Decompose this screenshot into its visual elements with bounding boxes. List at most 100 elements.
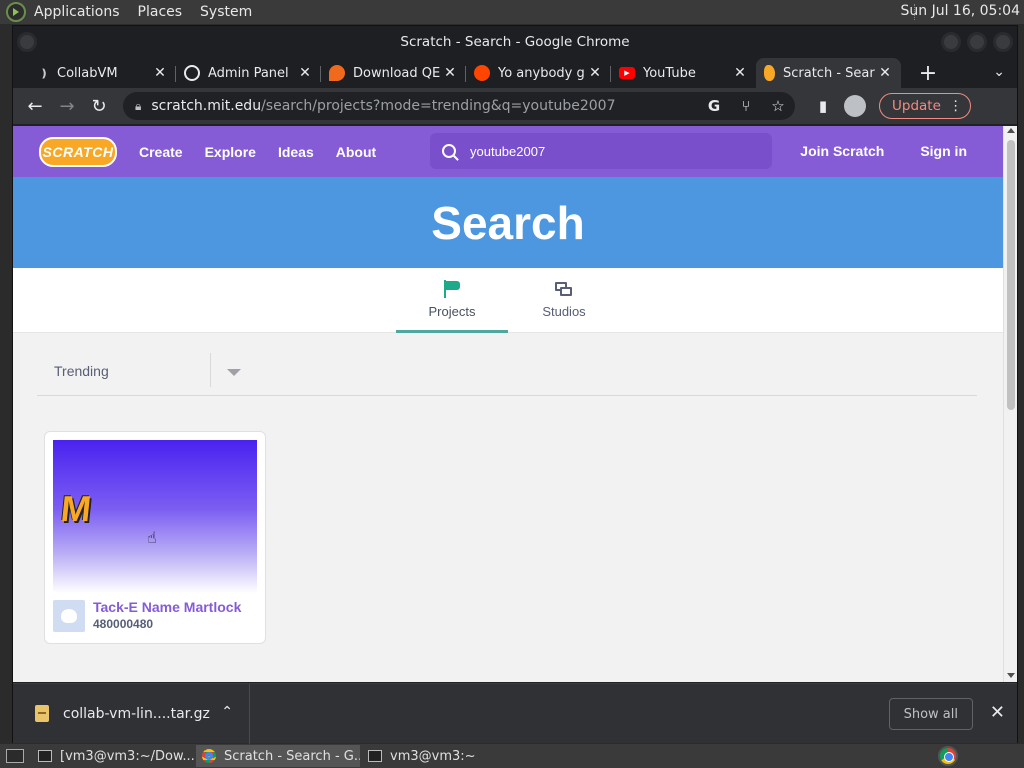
tab-scratch-search[interactable]: Scratch - Sear ✕ [756,58,901,88]
qemu-icon [329,65,345,81]
tab-youtube[interactable]: ▶ YouTube ✕ [611,58,756,88]
desktop-top-panel: Applications Places System Sun Jul 16, 0… [0,0,1024,24]
kebab-menu-icon[interactable]: ⋮ [949,98,963,114]
os-menu-icon[interactable] [6,2,26,22]
url-host: scratch.mit.edu [151,98,262,114]
tab-collabvm[interactable]: ❫ CollabVM ✕ [31,58,176,88]
close-window-button[interactable] [993,32,1013,52]
sort-value: Trending [54,363,109,379]
download-filename: collab-vm-lin....tar.gz [63,705,210,722]
search-input-value: youtube2007 [470,143,546,159]
project-owner[interactable]: 480000480 [93,617,153,631]
places-menu[interactable]: Places [138,4,183,20]
divider [210,353,211,387]
download-item[interactable]: collab-vm-lin....tar.gz ⌃ [13,683,250,744]
back-icon[interactable]: ← [19,90,51,122]
page-scrollbar[interactable] [1003,126,1017,682]
tab-admin-panel[interactable]: Admin Panel ✕ [176,58,321,88]
search-tabs: Projects Studios [13,268,1003,333]
close-icon[interactable]: ✕ [297,65,313,81]
browser-toolbar: ← → ↻ 🔒︎ scratch.mit.edu/search/projects… [13,88,1017,124]
results-area: Trending M ☝ Tack-E Name Martlock 480000… [13,333,1003,682]
nav-explore[interactable]: Explore [205,144,256,160]
project-card[interactable]: M ☝ Tack-E Name Martlock 480000480 [44,431,266,644]
close-icon[interactable]: ✕ [442,65,458,81]
maximize-button[interactable] [967,32,987,52]
download-shelf: collab-vm-lin....tar.gz ⌃ Show all ✕ [13,683,1017,744]
chrome-tray-icon[interactable] [938,746,958,766]
share-icon[interactable]: ⑂ [735,95,757,117]
chevron-down-icon[interactable] [227,369,241,376]
search-input[interactable]: youtube2007 [430,133,772,169]
show-all-button[interactable]: Show all [888,698,973,730]
page-viewport: SCRATCH Create Explore Ideas About youtu… [13,126,1003,682]
scratch-navbar: SCRATCH Create Explore Ideas About youtu… [13,126,1003,177]
bookmark-star-icon[interactable]: ☆ [767,95,789,117]
chevron-down-icon[interactable]: ⌄ [993,64,1005,80]
chevron-up-icon[interactable]: ⌃ [221,704,233,720]
applications-menu[interactable]: Applications [34,4,120,20]
scroll-up-icon[interactable] [1007,128,1015,133]
window-titlebar[interactable]: Scratch - Search - Google Chrome [13,26,1017,58]
chrome-icon [202,749,216,763]
nav-about[interactable]: About [336,144,376,160]
join-scratch-link[interactable]: Join Scratch [800,143,884,159]
url-path: /search/projects?mode=trending&q=youtube… [261,98,616,114]
green-flag-icon [443,279,461,298]
studios-icon [555,282,573,298]
search-icon [442,144,456,158]
sign-in-link[interactable]: Sign in [920,143,967,159]
scratch-logo[interactable]: SCRATCH [39,136,117,167]
tab-download-qemu[interactable]: Download QE ✕ [321,58,466,88]
window-title: Scratch - Search - Google Chrome [400,34,630,50]
page-title: Search [431,196,585,249]
reddit-icon [474,65,490,81]
close-icon[interactable]: ✕ [152,65,168,81]
forward-icon[interactable]: → [51,90,83,122]
close-icon[interactable]: ✕ [587,65,603,81]
panel-clock[interactable]: Sun Jul 16, 05:04 [901,3,1021,19]
nav-ideas[interactable]: Ideas [278,144,314,160]
avatar[interactable] [53,600,85,632]
chrome-window: Scratch - Search - Google Chrome ❫ Colla… [12,25,1018,744]
scrollbar-thumb[interactable] [1007,140,1015,410]
address-bar[interactable]: 🔒︎ scratch.mit.edu/search/projects?mode=… [123,92,795,120]
collabvm-icon: ❫ [39,66,49,80]
tab-strip: ❫ CollabVM ✕ Admin Panel ✕ Download QE ✕… [13,58,1017,88]
tab-projects[interactable]: Projects [396,268,508,333]
minimize-button[interactable] [941,32,961,52]
nav-create[interactable]: Create [139,144,183,160]
sort-select[interactable]: Trending [37,333,977,396]
tab-reddit[interactable]: Yo anybody g ✕ [466,58,611,88]
search-banner: Search [13,177,1003,268]
globe-icon [184,65,200,81]
close-icon[interactable]: ✕ [877,65,893,81]
side-panel-icon[interactable]: ▮ [807,90,839,122]
new-tab-button[interactable]: + [913,58,943,88]
close-icon[interactable]: ✕ [732,65,748,81]
scratch-icon [764,65,775,81]
file-archive-icon [35,705,49,722]
taskbar-item-chrome[interactable]: Scratch - Search - G... [196,745,360,767]
system-menu[interactable]: System [200,4,252,20]
tab-studios[interactable]: Studios [508,268,620,333]
project-title[interactable]: Tack-E Name Martlock [93,599,241,615]
terminal-icon [38,750,52,762]
show-desktop-icon[interactable] [6,749,24,763]
profile-avatar-icon[interactable] [839,90,871,122]
close-icon[interactable]: ✕ [990,702,1005,723]
lock-icon[interactable]: 🔒︎ [135,99,141,114]
thumbnail-letter: M [58,488,94,529]
taskbar-item-terminal-downloads[interactable]: [vm3@vm3:~/Dow... [32,745,194,767]
youtube-icon: ▶ [619,67,635,79]
project-thumbnail[interactable]: M ☝ [53,440,257,593]
hand-cursor-icon: ☝ [147,528,157,547]
reload-icon[interactable]: ↻ [83,90,115,122]
taskbar-item-terminal[interactable]: vm3@vm3:~ [362,745,512,767]
window-menu-button[interactable] [17,32,37,52]
google-lens-icon[interactable]: G [703,95,725,117]
update-button[interactable]: Update ⋮ [879,93,972,119]
desktop-taskbar: [vm3@vm3:~/Dow... Scratch - Search - G..… [0,744,1024,768]
scroll-down-icon[interactable] [1007,673,1015,678]
terminal-icon [368,750,382,762]
